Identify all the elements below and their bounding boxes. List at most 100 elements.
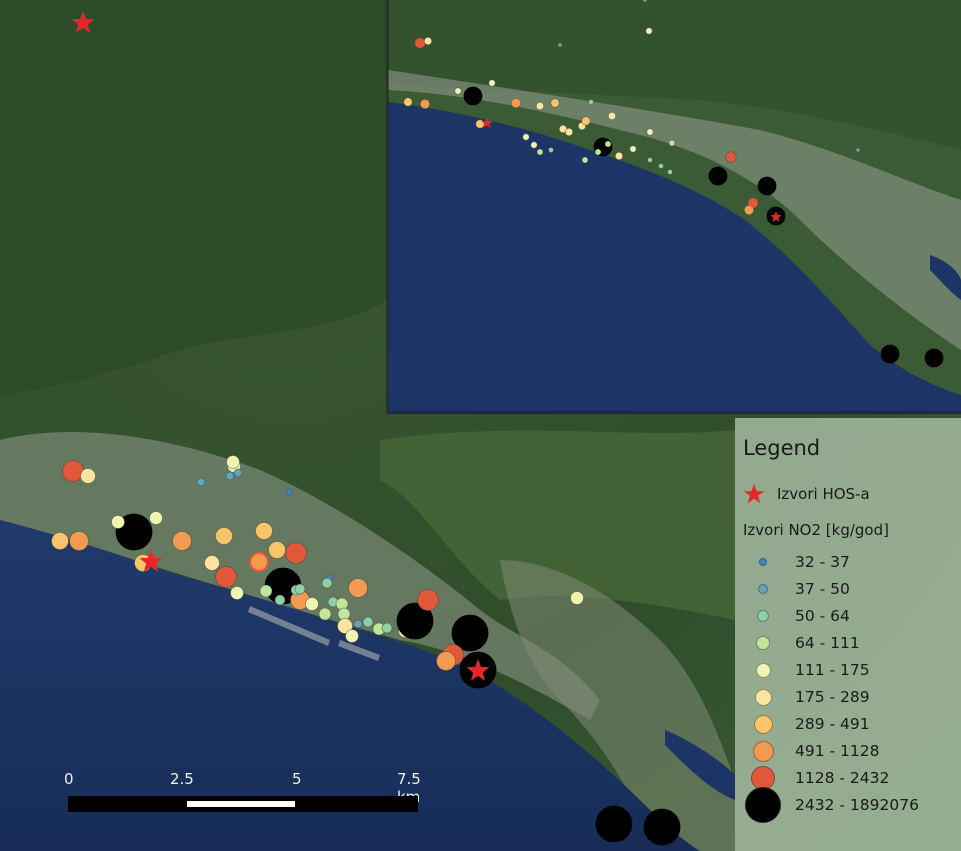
legend-class-symbol (755, 662, 771, 678)
legend-class-symbol (754, 688, 772, 706)
legend-class-row: 64 - 111 (735, 632, 961, 658)
no2-source-point[interactable] (196, 477, 206, 487)
legend-class-label: 111 - 175 (795, 661, 870, 679)
no2-source-point[interactable] (255, 522, 273, 540)
no2-source-point[interactable] (667, 169, 673, 175)
no2-source-point[interactable] (570, 591, 584, 605)
no2-source-point[interactable] (564, 127, 574, 137)
no2-source-point[interactable] (855, 147, 861, 153)
no2-source-point[interactable] (594, 148, 602, 156)
no2-source-point[interactable] (557, 42, 563, 48)
no2-source-point[interactable] (581, 156, 589, 164)
no2-source-point[interactable] (80, 468, 96, 484)
legend-class-row: 175 - 289 (735, 686, 961, 712)
no2-source-point[interactable] (230, 586, 244, 600)
no2-source-point[interactable] (757, 176, 777, 196)
legend-class-symbol (756, 636, 770, 650)
legend-class-symbol (745, 787, 781, 823)
no2-source-point[interactable] (581, 116, 591, 126)
no2-source-point[interactable] (419, 98, 431, 110)
no2-source-point[interactable] (488, 79, 496, 87)
no2-source-point[interactable] (294, 583, 306, 595)
no2-source-point[interactable] (463, 86, 483, 106)
no2-source-point[interactable] (215, 566, 237, 588)
no2-source-point[interactable] (646, 128, 654, 136)
no2-source-point[interactable] (743, 204, 755, 216)
no2-source-point[interactable] (645, 27, 653, 35)
no2-source-point[interactable] (204, 555, 220, 571)
legend-class-symbol (752, 740, 774, 762)
no2-source-point[interactable] (362, 616, 374, 628)
no2-source-point[interactable] (642, 0, 648, 3)
legend-class-row: 50 - 64 (735, 605, 961, 631)
scale-tick-5: 5 (292, 770, 302, 788)
no2-source-point[interactable] (381, 622, 393, 634)
no2-source-point[interactable] (268, 541, 286, 559)
no2-source-point[interactable] (423, 36, 433, 46)
no2-source-point[interactable] (607, 111, 617, 121)
no2-source-point[interactable] (259, 584, 273, 598)
no2-source-point[interactable] (172, 531, 192, 551)
no2-source-point[interactable] (321, 577, 333, 589)
legend-title: Legend (743, 436, 821, 460)
no2-source-point[interactable] (345, 629, 359, 643)
legend-class-row: 289 - 491 (735, 713, 961, 739)
no2-source-point[interactable] (436, 651, 456, 671)
no2-source-point[interactable] (643, 808, 681, 846)
no2-source-point[interactable] (924, 348, 944, 368)
legend-class-row: 2432 - 1892076 (735, 787, 961, 823)
no2-source-point[interactable] (305, 597, 319, 611)
legend-class-label: 175 - 289 (795, 688, 870, 706)
red-star-icon (743, 484, 765, 504)
no2-source-point[interactable] (51, 532, 69, 550)
no2-source-point[interactable] (510, 97, 522, 109)
legend-class-label: 289 - 491 (795, 715, 870, 733)
no2-source-point[interactable] (535, 101, 545, 111)
no2-source-point[interactable] (111, 515, 125, 529)
no2-source-point[interactable] (285, 488, 293, 496)
no2-source-point[interactable] (69, 531, 89, 551)
no2-source-point[interactable] (285, 542, 307, 564)
no2-source-point[interactable] (725, 151, 737, 163)
no2-source-point[interactable] (149, 511, 163, 525)
no2-source-point[interactable] (548, 147, 554, 153)
no2-source-point[interactable] (274, 594, 286, 606)
no2-source-point[interactable] (668, 139, 676, 147)
no2-source-point[interactable] (475, 119, 485, 129)
no2-source-point[interactable] (226, 455, 240, 469)
no2-source-point[interactable] (588, 99, 594, 105)
legend-hos-label: Izvori HOS-a (777, 485, 870, 503)
no2-source-point[interactable] (215, 527, 233, 545)
no2-source-point[interactable] (595, 805, 633, 843)
no2-source-point[interactable] (225, 471, 235, 481)
no2-source-point[interactable] (614, 151, 624, 161)
no2-source-point[interactable] (417, 589, 439, 611)
scale-bar-white-segment (187, 801, 295, 807)
no2-source-point[interactable] (454, 87, 462, 95)
no2-source-point[interactable] (522, 133, 530, 141)
no2-source-point[interactable] (658, 163, 664, 169)
no2-source-point[interactable] (233, 468, 243, 478)
legend-class-symbol (753, 714, 773, 734)
no2-source-point[interactable] (550, 98, 560, 108)
legend-class-row: 111 - 175 (735, 659, 961, 685)
no2-source-point[interactable] (318, 607, 332, 621)
no2-source-point[interactable] (536, 148, 544, 156)
legend-class-row: 491 - 1128 (735, 740, 961, 766)
no2-source-point[interactable] (530, 141, 538, 149)
no2-source-point[interactable] (403, 97, 413, 107)
no2-source-point[interactable] (647, 157, 653, 163)
no2-source-point[interactable] (604, 140, 612, 148)
no2-source-point[interactable] (414, 37, 426, 49)
no2-source-point[interactable] (629, 145, 637, 153)
no2-source-point[interactable] (708, 166, 728, 186)
scale-tick-0: 0 (64, 770, 74, 788)
scale-bar: 0 2.5 5 7.5 km (62, 766, 422, 818)
legend-class-label: 64 - 111 (795, 634, 860, 652)
legend-class-label: 2432 - 1892076 (795, 796, 919, 814)
legend-class-symbol (759, 558, 767, 566)
no2-source-point[interactable] (353, 619, 363, 629)
no2-source-point[interactable] (62, 460, 84, 482)
no2-source-point[interactable] (348, 578, 368, 598)
no2-source-point[interactable] (880, 344, 900, 364)
